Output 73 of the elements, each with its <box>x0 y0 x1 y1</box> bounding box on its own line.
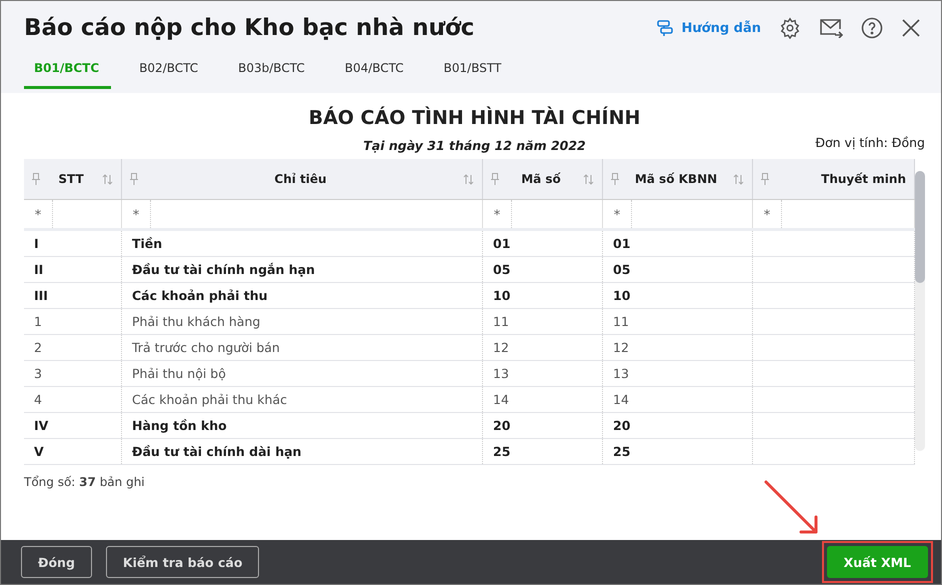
table-cell: Các khoản phải thu <box>132 288 268 303</box>
table-cell: Trả trước cho người bán <box>132 340 280 355</box>
record-count: Tổng số: 37 bản ghi <box>24 475 146 489</box>
unit-label: Đơn vị tính: Đồng <box>815 135 925 150</box>
table-cell: 1 <box>34 314 42 329</box>
report-date: Tại ngày 31 tháng 12 năm 2022 <box>363 138 586 153</box>
table-cell: 13 <box>613 366 629 381</box>
table-cell: 10 <box>613 288 630 303</box>
filter-operator[interactable]: * <box>122 200 151 228</box>
tab[interactable]: B04/BCTC <box>332 57 416 89</box>
table-cell: 12 <box>613 340 629 355</box>
pin-icon[interactable] <box>32 173 40 185</box>
signpost-icon <box>656 19 674 37</box>
tab[interactable]: B01/BSTT <box>432 57 514 89</box>
tab[interactable]: B02/BCTC <box>127 57 210 89</box>
table-cell: 4 <box>34 392 42 407</box>
sort-icon[interactable] <box>463 174 474 184</box>
table-cell: Phải thu khách hàng <box>132 314 260 329</box>
footer-button[interactable]: Kiểm tra báo cáo <box>106 546 260 578</box>
table-cell: 11 <box>613 314 629 329</box>
column-header[interactable]: STT <box>24 159 122 199</box>
table-cell: Hàng tồn kho <box>132 418 227 433</box>
table-cell: 25 <box>613 444 630 459</box>
table-cell: 25 <box>493 444 510 459</box>
close-icon[interactable] <box>901 18 921 38</box>
table-cell: Các khoản phải thu khác <box>132 392 287 407</box>
column-header[interactable]: Mã số KBNN <box>603 159 753 199</box>
tab[interactable]: B03b/BCTC <box>226 57 317 89</box>
report-title: BÁO CÁO TÌNH HÌNH TÀI CHÍNH <box>308 107 642 129</box>
table-cell: II <box>34 262 44 277</box>
table-cell: Phải thu nội bộ <box>132 366 226 381</box>
filter-operator[interactable]: * <box>24 200 53 228</box>
footer-button[interactable]: Đóng <box>21 546 92 578</box>
sort-icon[interactable] <box>583 174 594 184</box>
sort-icon[interactable] <box>102 174 113 184</box>
filter-operator[interactable]: * <box>483 200 512 228</box>
settings-icon[interactable] <box>779 17 801 39</box>
scrollbar-thumb[interactable] <box>915 171 925 283</box>
filter-operator[interactable]: * <box>753 200 782 228</box>
pin-icon[interactable] <box>491 173 499 185</box>
table-cell: III <box>34 288 48 303</box>
table-cell: I <box>34 236 39 251</box>
table-cell: IV <box>34 418 48 433</box>
help-icon[interactable] <box>861 17 883 39</box>
table-cell: 20 <box>613 418 630 433</box>
table-cell: 13 <box>493 366 509 381</box>
pin-icon[interactable] <box>130 173 138 185</box>
pin-icon[interactable] <box>761 173 769 185</box>
column-header[interactable]: Mã số <box>483 159 603 199</box>
mail-forward-icon[interactable] <box>819 18 843 38</box>
table-cell: 05 <box>493 262 510 277</box>
table-cell: 05 <box>613 262 630 277</box>
table-cell: Đầu tư tài chính ngắn hạn <box>132 262 315 277</box>
table-cell: 14 <box>613 392 629 407</box>
sort-icon[interactable] <box>733 174 744 184</box>
table-cell: 01 <box>613 236 630 251</box>
filter-operator[interactable]: * <box>603 200 632 228</box>
table-cell: 20 <box>493 418 510 433</box>
table-cell: V <box>34 444 44 459</box>
table-cell: 14 <box>493 392 509 407</box>
table-cell: 01 <box>493 236 510 251</box>
scrollbar[interactable] <box>915 171 925 451</box>
table-cell: Tiền <box>132 236 162 251</box>
table-cell: 3 <box>34 366 42 381</box>
window-title: Báo cáo nộp cho Kho bạc nhà nước <box>24 15 474 41</box>
table-cell: 12 <box>493 340 509 355</box>
table-cell: 11 <box>493 314 509 329</box>
pin-icon[interactable] <box>611 173 619 185</box>
table-cell: 10 <box>493 288 510 303</box>
guide-link[interactable]: Hướng dẫn <box>656 19 761 37</box>
column-header[interactable]: Chỉ tiêu <box>122 159 483 199</box>
table-cell: 2 <box>34 340 42 355</box>
table-cell: Đầu tư tài chính dài hạn <box>132 444 302 459</box>
